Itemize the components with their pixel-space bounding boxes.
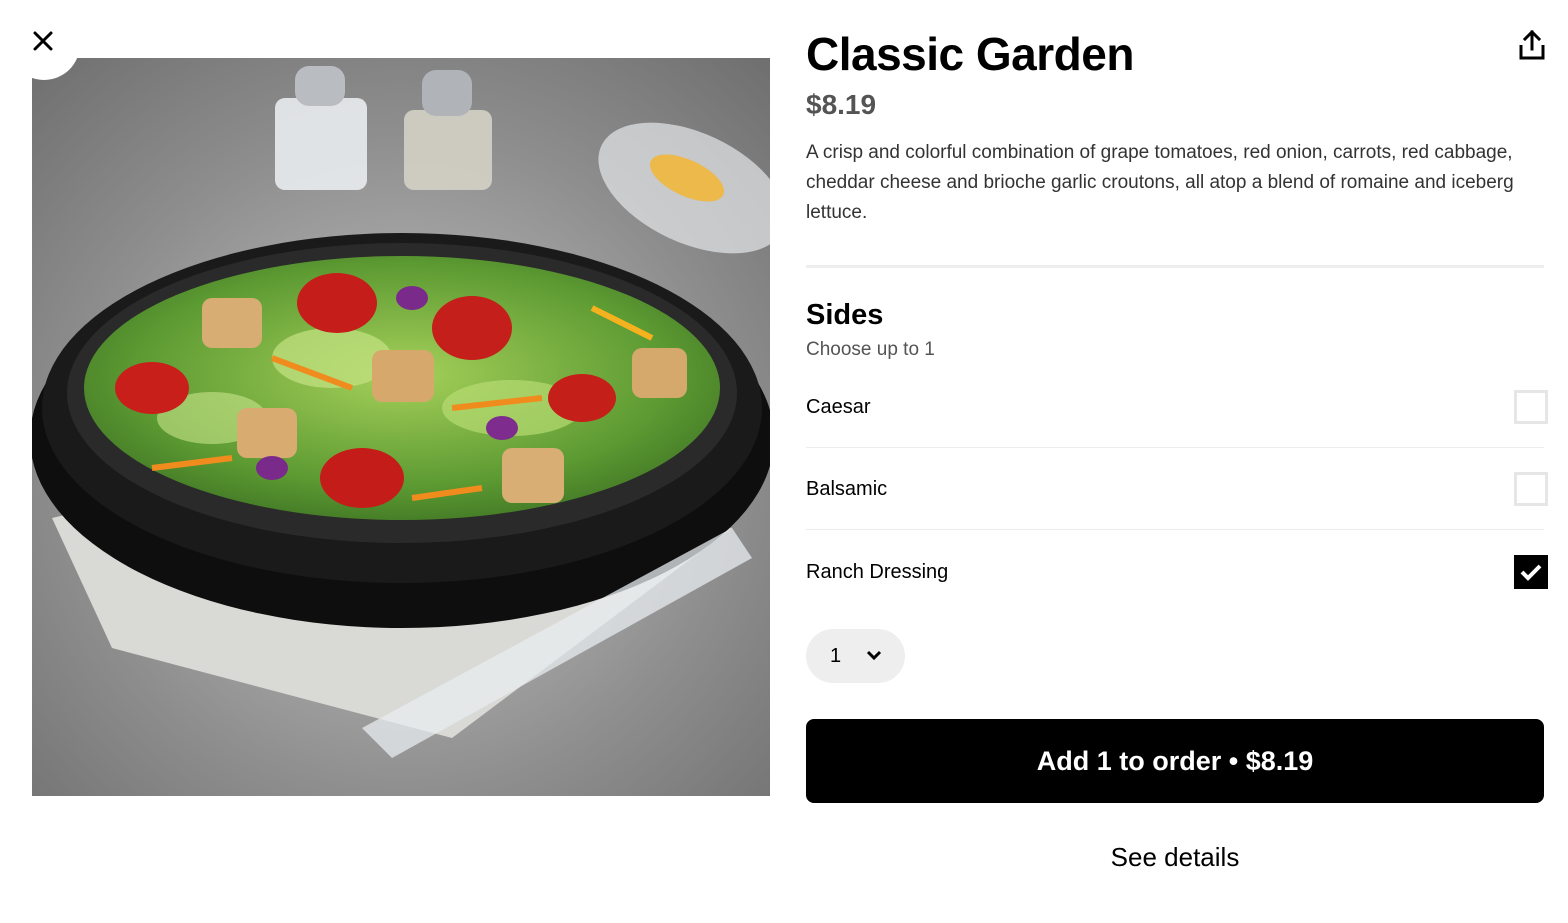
side-option-balsamic[interactable]: Balsamic bbox=[806, 448, 1548, 530]
add-to-order-button[interactable]: Add 1 to order • $8.19 bbox=[806, 719, 1544, 803]
share-icon bbox=[1514, 29, 1550, 68]
chevron-down-icon bbox=[866, 647, 882, 668]
side-option-checkbox[interactable] bbox=[1514, 390, 1548, 424]
side-option-ranch-dressing[interactable]: Ranch Dressing bbox=[806, 531, 1548, 613]
option-divider bbox=[806, 529, 1544, 530]
checkmark-icon bbox=[1520, 564, 1542, 581]
side-option-label: Caesar bbox=[806, 395, 871, 418]
quantity-selector[interactable]: 1 bbox=[806, 629, 905, 683]
close-icon bbox=[33, 31, 54, 57]
item-description: A crisp and colorful combination of grap… bbox=[806, 142, 1514, 223]
quantity-value: 1 bbox=[830, 644, 842, 667]
see-details-link[interactable]: See details bbox=[806, 838, 1544, 876]
sides-subtitle: Choose up to 1 bbox=[806, 339, 935, 360]
section-divider bbox=[806, 265, 1544, 268]
item-price: $8.19 bbox=[806, 89, 877, 120]
item-title: Classic Garden bbox=[806, 28, 1134, 80]
share-button[interactable] bbox=[1514, 28, 1550, 64]
sides-heading: Sides bbox=[806, 299, 884, 331]
item-photo bbox=[32, 58, 770, 796]
close-button[interactable] bbox=[8, 8, 80, 80]
side-option-label: Ranch Dressing bbox=[806, 560, 949, 583]
side-option-caesar[interactable]: Caesar bbox=[806, 366, 1548, 448]
side-option-label: Balsamic bbox=[806, 477, 888, 500]
side-option-checkbox[interactable] bbox=[1514, 472, 1548, 506]
side-option-checkbox[interactable] bbox=[1514, 555, 1548, 589]
